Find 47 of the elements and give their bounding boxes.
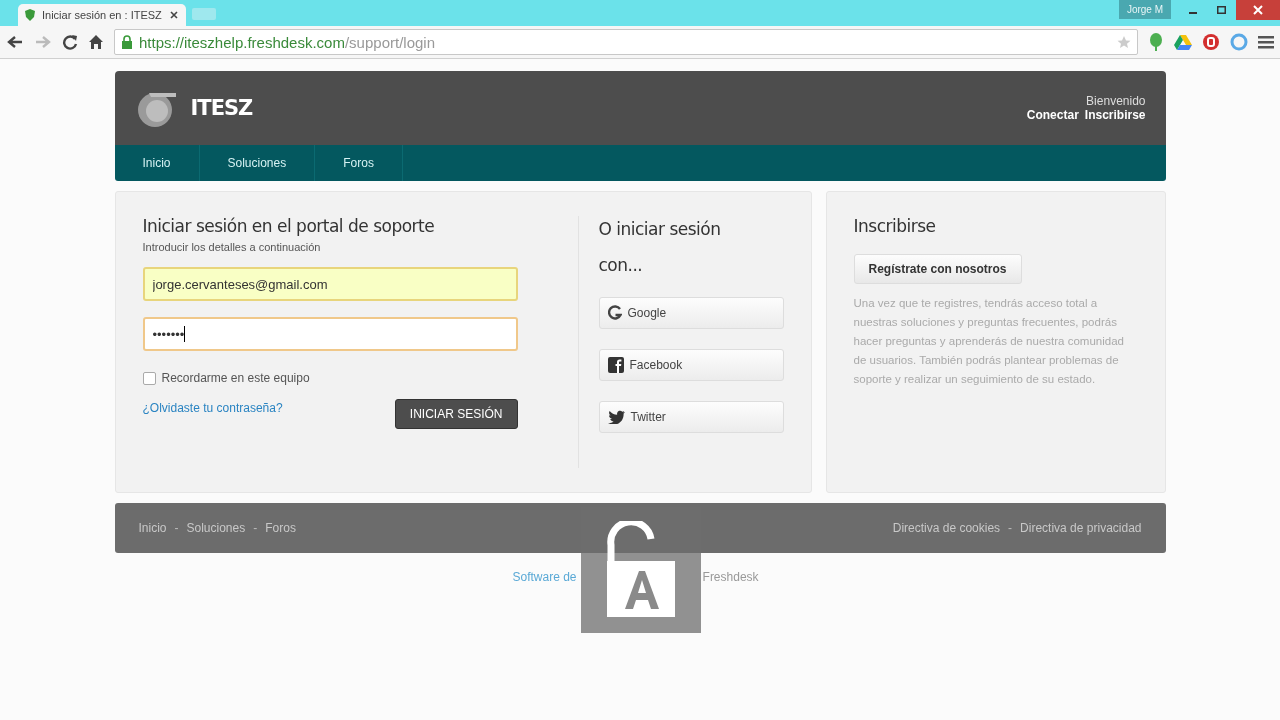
forward-icon [34,34,52,50]
welcome-text: Bienvenido [1086,94,1146,108]
nav-tab[interactable]: Soluciones [199,145,316,181]
header-link[interactable]: Inscribirse [1084,108,1146,122]
social-login-button[interactable]: Facebook [598,349,784,381]
restore-icon [1217,6,1226,14]
home-icon [88,34,104,50]
close-icon [1236,0,1280,20]
signup-title: Inscribirse [853,216,937,236]
shield-icon [24,9,36,21]
nav-tab[interactable]: Inicio [114,145,200,181]
forgot-password-link[interactable]: ¿Olvidaste tu contraseña? [142,401,283,415]
back-icon [6,34,24,50]
remember-checkbox[interactable] [142,371,156,385]
star-icon [1117,35,1131,49]
social-title: O iniciar sesión con... [598,218,722,277]
signup-description: Una vez que te registres, tendrás acceso total a nuestras soluciones y preguntas frecuentes, podrás hacer preguntas y aprenderás de nuestra comunidad de usuarios. También podrás plantear problemas de soporte y realizar un seguimiento de su estado. [853,296,1125,387]
google-g-icon [607,305,622,321]
email-field[interactable]: jorge.cervanteses@gmail.com [142,267,518,301]
password-field[interactable]: ••••••• [142,317,518,351]
browser-tab[interactable]: Iniciar sesión en : ITESZ [18,4,186,26]
header-link[interactable]: Conectar [1026,108,1079,122]
nav-tab[interactable]: Foros [315,145,403,181]
stop-icon [1202,33,1220,51]
lock-icon [121,35,133,49]
login-button[interactable]: INICIAR SESIÓN [394,399,518,429]
facebook-icon [607,357,624,373]
separator-dash: - [1008,521,1013,535]
login-subtitle: Introducir los detalles a continuación [142,241,322,253]
register-button[interactable]: Regístrate con nosotros [853,254,1022,284]
circle-icon [1230,33,1248,51]
site-name: ITESZ [190,96,253,120]
close-icon [170,11,178,19]
minimize-icon [1189,12,1197,14]
login-title: Iniciar sesión en el portal de soporte [142,216,436,236]
bird-icon [607,410,625,424]
social-login-button[interactable]: Google [598,297,784,329]
credit-text: Freshdesk [702,570,759,584]
remember-label: Recordarme en este equipo [161,371,310,385]
separator-dash: - [253,521,258,535]
social-login-button[interactable]: Twitter [598,401,784,433]
reload-icon [62,34,78,50]
address-bar[interactable]: https://iteszhelp.freshdesk.com/support/login [114,29,1138,55]
menu-icon [1258,35,1274,49]
url-text: https://iteszhelp.freshdesk.com/support/login [139,33,435,51]
separator-dash: - [174,521,179,535]
drive-icon [1174,34,1192,50]
